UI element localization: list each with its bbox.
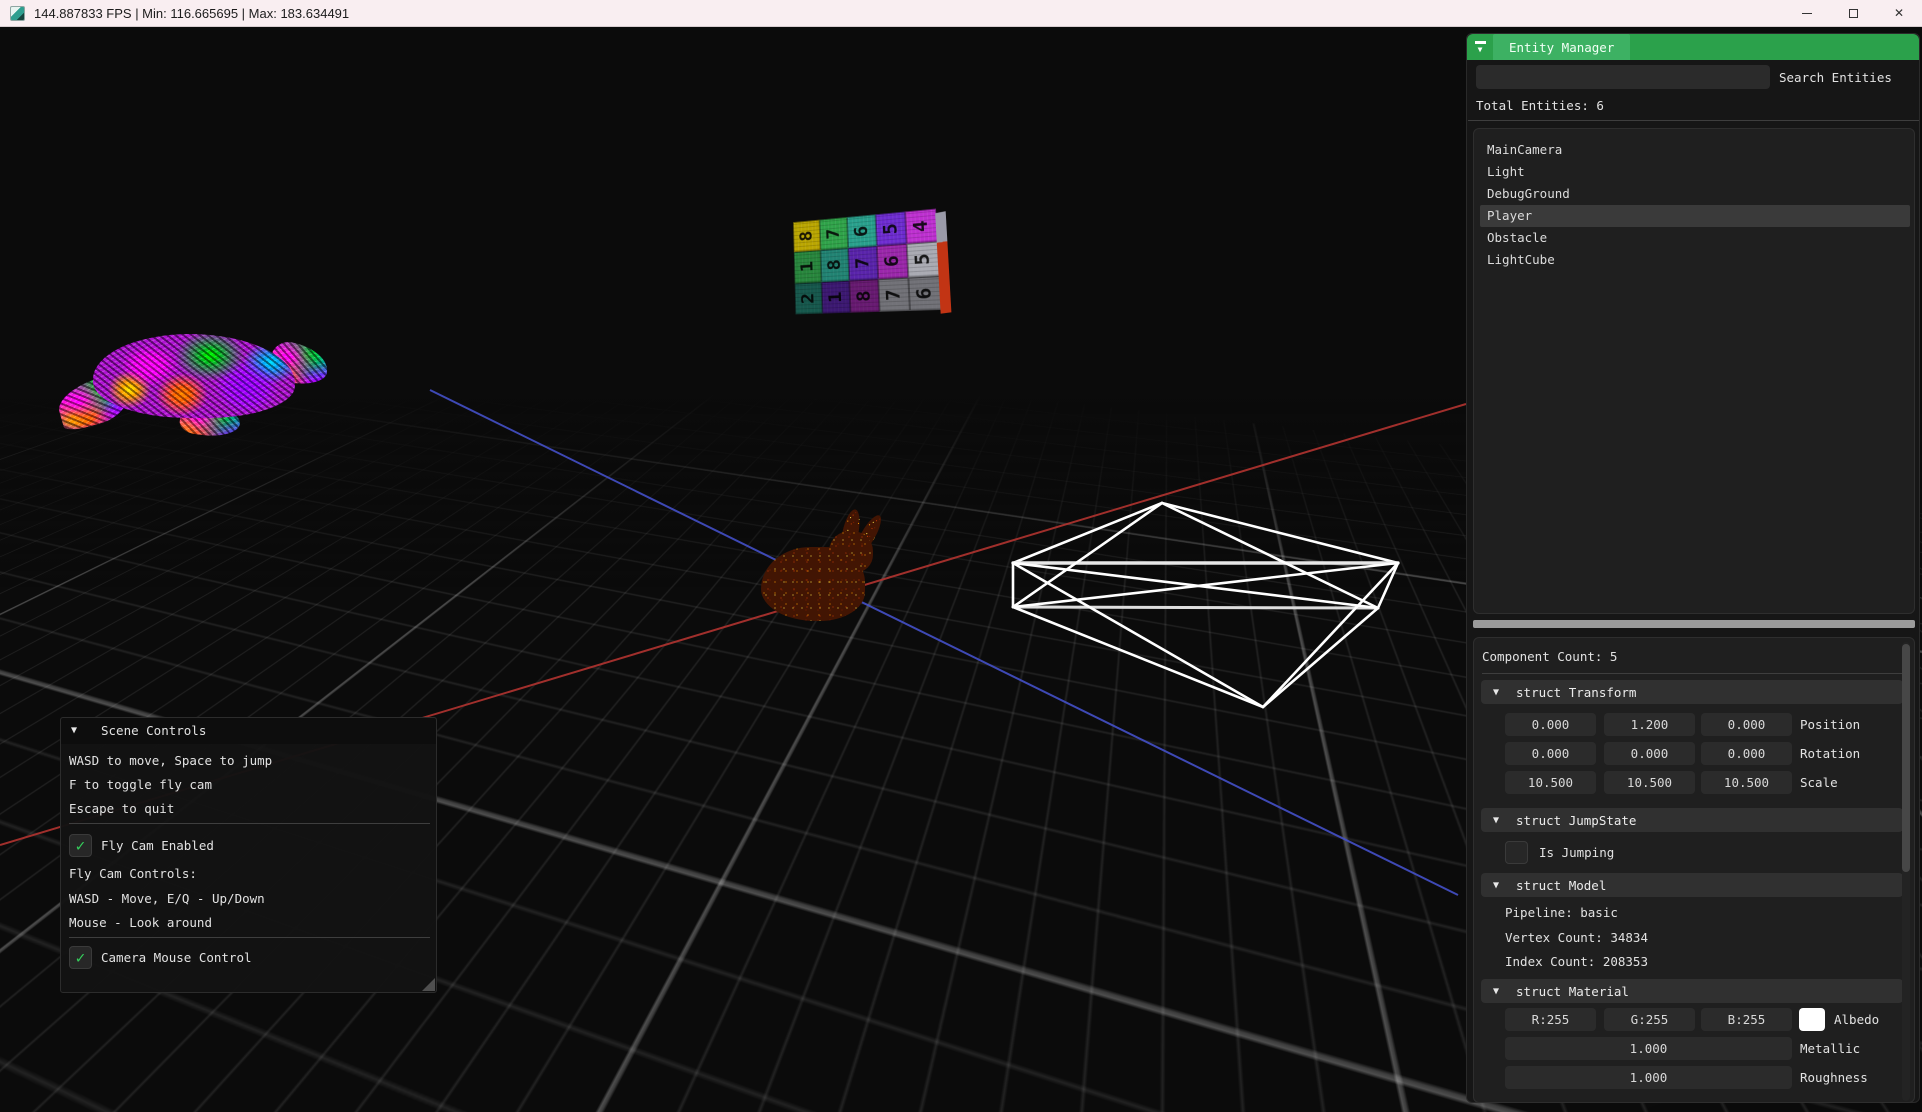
vertex-count-text: Vertex Count: 34834: [1505, 930, 1648, 945]
hint-line: WASD to move, Space to jump: [69, 753, 272, 768]
metallic-slider[interactable]: 1.000: [1505, 1037, 1792, 1060]
scale-label: Scale: [1800, 775, 1838, 790]
albedo-label: Albedo: [1834, 1012, 1879, 1027]
roughness-slider[interactable]: 1.000: [1505, 1066, 1792, 1089]
search-input[interactable]: [1476, 65, 1770, 89]
entity-manager-window[interactable]: ▼ Entity Manager Search Entities Total E…: [1466, 33, 1920, 1103]
collapse-arrow-icon[interactable]: ▼: [71, 725, 77, 736]
scale-y-field[interactable]: 10.500: [1604, 771, 1695, 794]
fly-cam-line: WASD - Move, E/Q - Up/Down: [69, 891, 265, 906]
header-label: struct JumpState: [1516, 813, 1636, 828]
is-jumping-checkbox[interactable]: [1505, 841, 1528, 864]
entity-list[interactable]: MainCamera Light DebugGround Player Obst…: [1473, 128, 1915, 614]
collapse-arrow-icon: ▼: [1493, 815, 1499, 826]
albedo-r-field[interactable]: R:255: [1505, 1008, 1596, 1031]
check-icon: ✓: [76, 838, 86, 854]
entity-manager-title: Entity Manager: [1509, 40, 1614, 55]
albedo-color-swatch[interactable]: [1799, 1008, 1825, 1031]
is-jumping-label[interactable]: Is Jumping: [1539, 845, 1614, 860]
separator: [1482, 673, 1902, 674]
close-icon: ✕: [1894, 6, 1904, 20]
fly-cam-line: Mouse - Look around: [69, 915, 212, 930]
entity-list-item-selected[interactable]: Player: [1480, 205, 1910, 227]
collapse-arrow-icon: ▼: [1493, 880, 1499, 891]
position-y-field[interactable]: 1.200: [1604, 713, 1695, 736]
separator: [69, 823, 430, 824]
hint-line: F to toggle fly cam: [69, 777, 212, 792]
entity-list-item[interactable]: Light: [1480, 161, 1910, 183]
metallic-label: Metallic: [1800, 1041, 1860, 1056]
position-x-field[interactable]: 0.000: [1505, 713, 1596, 736]
total-entities-text: Total Entities: 6: [1476, 98, 1604, 113]
entity-list-item[interactable]: DebugGround: [1480, 183, 1910, 205]
collapse-arrow-icon: ▼: [1478, 45, 1483, 54]
rotation-x-field[interactable]: 0.000: [1505, 742, 1596, 765]
scale-z-field[interactable]: 10.500: [1701, 771, 1792, 794]
component-count-text: Component Count: 5: [1482, 649, 1617, 664]
scrollbar-grab[interactable]: [1902, 644, 1910, 872]
maximize-icon: [1849, 9, 1858, 18]
camera-mouse-checkbox-label[interactable]: Camera Mouse Control: [101, 950, 252, 965]
search-input-label: Search Entities: [1779, 70, 1892, 85]
app-icon: [10, 6, 25, 21]
rotation-y-field[interactable]: 0.000: [1604, 742, 1695, 765]
panel-splitter[interactable]: [1473, 620, 1915, 628]
collapse-arrow-icon: ▼: [1493, 986, 1499, 997]
scene-controls-window[interactable]: ▼ Scene Controls WASD to move, Space to …: [60, 717, 437, 993]
albedo-b-field[interactable]: B:255: [1701, 1008, 1792, 1031]
scale-x-field[interactable]: 10.500: [1505, 771, 1596, 794]
roughness-label: Roughness: [1800, 1070, 1868, 1085]
check-icon: ✓: [76, 950, 86, 966]
entity-list-item[interactable]: Obstacle: [1480, 227, 1910, 249]
fly-cam-line: Fly Cam Controls:: [69, 866, 197, 881]
window-menu-button[interactable]: ▼: [1467, 34, 1493, 60]
header-struct-material[interactable]: ▼ struct Material: [1481, 979, 1903, 1003]
position-z-field[interactable]: 0.000: [1701, 713, 1792, 736]
fly-cam-checkbox[interactable]: ✓: [69, 834, 92, 857]
maximize-button[interactable]: [1830, 0, 1876, 27]
tab-entity-manager[interactable]: Entity Manager: [1493, 34, 1630, 60]
component-inspector[interactable]: Component Count: 5 ▼ struct Transform 0.…: [1473, 637, 1915, 1103]
entity-manager-titlebar[interactable]: ▼ Entity Manager: [1467, 34, 1919, 60]
close-button[interactable]: ✕: [1876, 0, 1922, 27]
scene-controls-titlebar[interactable]: ▼ Scene Controls: [61, 718, 436, 744]
entity-list-item[interactable]: LightCube: [1480, 249, 1910, 271]
position-label: Position: [1800, 717, 1860, 732]
separator: [1468, 120, 1919, 121]
rotation-z-field[interactable]: 0.000: [1701, 742, 1792, 765]
collapse-icon: [1475, 41, 1486, 44]
fly-cam-checkbox-label[interactable]: Fly Cam Enabled: [101, 838, 214, 853]
header-struct-transform[interactable]: ▼ struct Transform: [1481, 680, 1903, 704]
albedo-g-field[interactable]: G:255: [1604, 1008, 1695, 1031]
camera-mouse-checkbox[interactable]: ✓: [69, 946, 92, 969]
scene-controls-title: Scene Controls: [101, 723, 206, 738]
header-label: struct Material: [1516, 984, 1629, 999]
header-struct-model[interactable]: ▼ struct Model: [1481, 873, 1903, 897]
header-label: struct Model: [1516, 878, 1606, 893]
minimize-button[interactable]: [1784, 0, 1830, 27]
pipeline-text: Pipeline: basic: [1505, 905, 1618, 920]
entity-list-item[interactable]: MainCamera: [1480, 139, 1910, 161]
window-title: 144.887833 FPS | Min: 116.665695 | Max: …: [34, 0, 349, 27]
collapse-arrow-icon: ▼: [1493, 687, 1499, 698]
index-count-text: Index Count: 208353: [1505, 954, 1648, 969]
minimize-icon: [1802, 13, 1812, 14]
rotation-label: Rotation: [1800, 746, 1860, 761]
hint-line: Escape to quit: [69, 801, 174, 816]
window-titlebar: 144.887833 FPS | Min: 116.665695 | Max: …: [0, 0, 1922, 27]
header-struct-jumpstate[interactable]: ▼ struct JumpState: [1481, 808, 1903, 832]
header-label: struct Transform: [1516, 685, 1636, 700]
separator: [69, 937, 430, 938]
resize-grip[interactable]: [422, 978, 435, 991]
